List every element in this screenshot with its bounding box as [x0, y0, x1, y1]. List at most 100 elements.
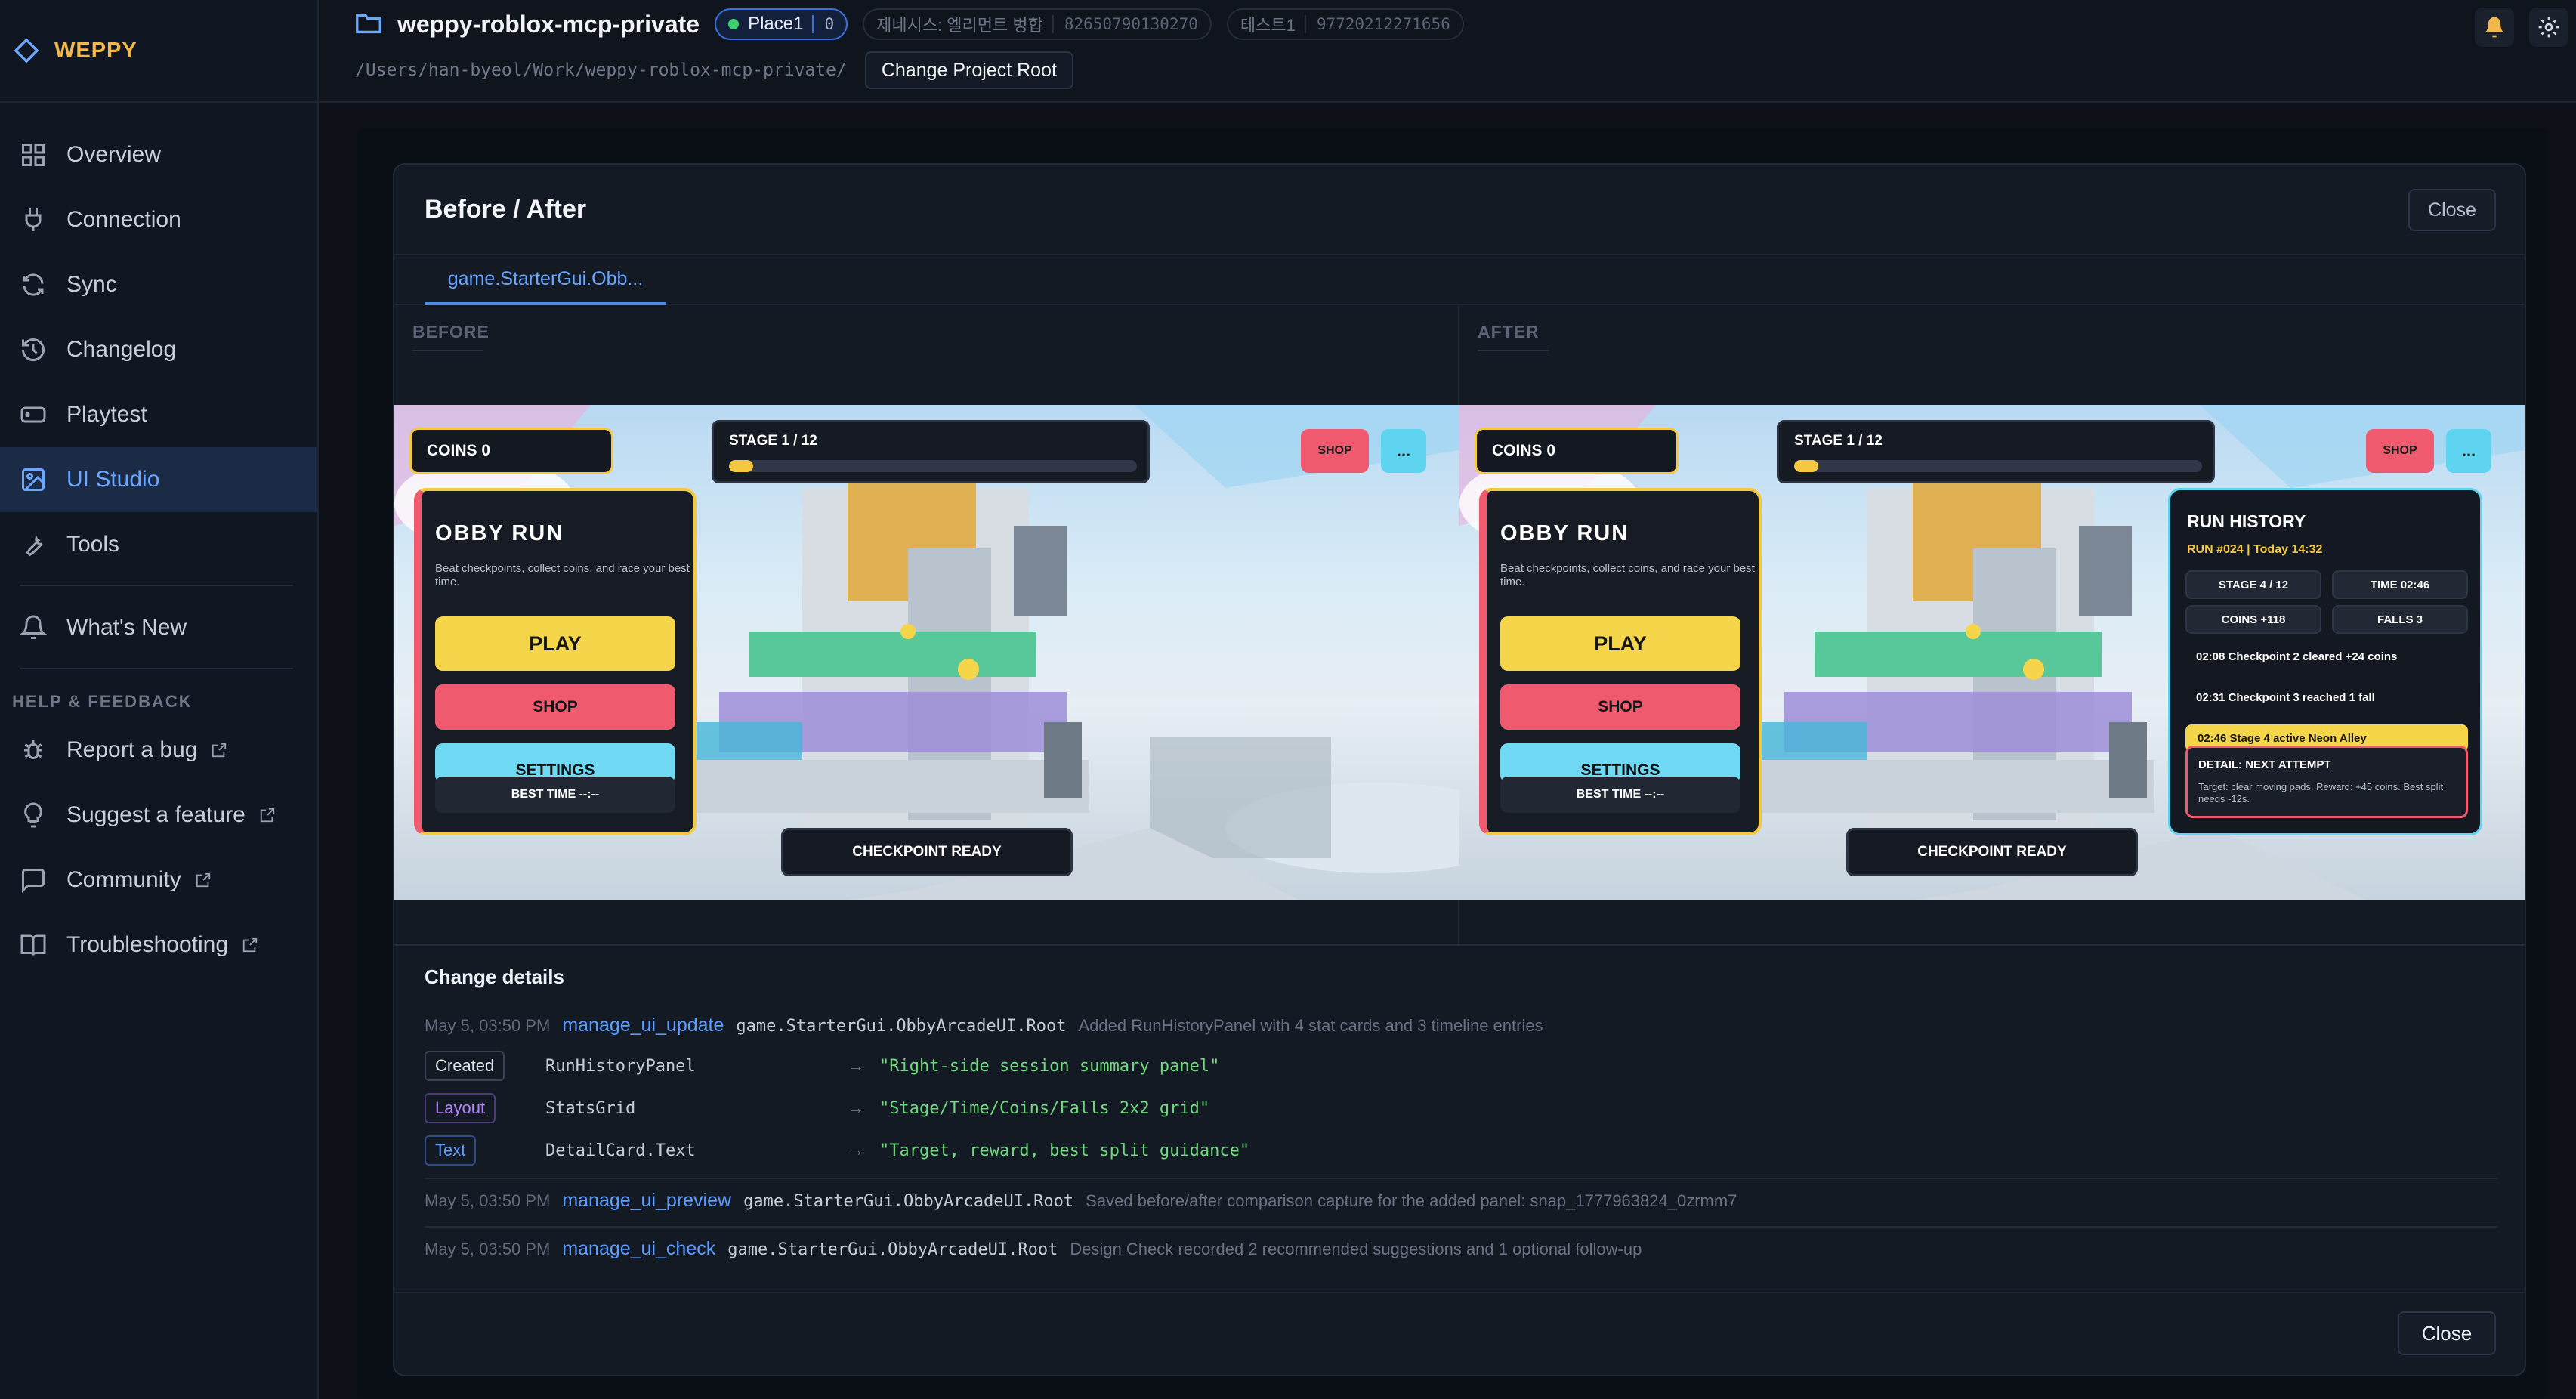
modal-title: Before / After — [425, 194, 587, 224]
stat-card-falls: FALLS 3 — [2332, 605, 2468, 634]
lightbulb-icon — [24, 802, 42, 828]
coins-counter: COINS 0 — [409, 428, 613, 474]
shop-button[interactable]: SHOP — [1500, 684, 1740, 730]
main-menu-card: OBBY RUN Beat checkpoints, collect coins… — [414, 488, 697, 835]
comparison-area: BEFORE COINS 0 STAGE 1 / 12 SHOP ... OBB… — [394, 307, 2525, 946]
sidebar-item-playtest[interactable]: Playtest — [0, 382, 317, 447]
after-screenshot: COINS 0 STAGE 1 / 12 SHOP ... OBBY RUN B… — [1459, 405, 2525, 900]
run-history-panel: RUN HISTORY RUN #024 | Today 14:32 STAGE… — [2168, 488, 2482, 835]
capture-tabs: game.StarterGui.Obb... — [394, 255, 2525, 305]
notifications-button[interactable] — [2475, 8, 2514, 47]
divider — [425, 1226, 2497, 1228]
change-target: StatsGrid — [545, 1098, 636, 1118]
change-value: "Right-side session summary panel" — [879, 1056, 1220, 1076]
settings-button[interactable] — [2529, 8, 2568, 47]
sidebar-item-whats-new[interactable]: What's New — [0, 595, 317, 660]
menu-title: OBBY RUN — [435, 521, 564, 545]
book-icon — [20, 934, 46, 956]
stage-progress-fill — [729, 460, 754, 472]
sidebar-item-label: UI Studio — [66, 467, 160, 492]
log-target: game.StarterGui.ObbyArcadeUI.Root — [736, 1017, 1067, 1036]
coins-counter: COINS 0 — [1475, 428, 1679, 474]
shop-button[interactable]: SHOP — [435, 684, 675, 730]
shop-mini-button[interactable]: SHOP — [1301, 429, 1369, 473]
play-button[interactable]: PLAY — [435, 616, 675, 671]
place-chip-label: 제네시스: 엘리먼트 벙합 — [876, 16, 1043, 35]
more-mini-button[interactable]: ... — [2446, 429, 2491, 473]
sidebar-item-community[interactable]: Community — [0, 848, 317, 913]
log-target: game.StarterGui.ObbyArcadeUI.Root — [727, 1240, 1058, 1259]
sidebar-item-connection[interactable]: Connection — [0, 187, 317, 252]
place-chip-id: 82650790130270 — [1052, 15, 1198, 33]
run-history-title: RUN HISTORY — [2187, 511, 2306, 531]
sidebar-item-tools[interactable]: Tools — [0, 512, 317, 577]
stat-card-coins: COINS +118 — [2185, 605, 2321, 634]
checkpoint-banner: CHECKPOINT READY — [1846, 828, 2138, 876]
sidebar-item-ui-studio[interactable]: UI Studio — [0, 447, 317, 512]
sidebar-item-label: Sync — [66, 272, 117, 297]
before-label: BEFORE — [412, 322, 489, 351]
more-mini-button[interactable]: ... — [1381, 429, 1426, 473]
project-name: weppy-roblox-mcp-private — [397, 10, 700, 38]
place-label: Place1 — [748, 14, 804, 34]
sidebar-item-sync[interactable]: Sync — [0, 252, 317, 317]
external-link-icon — [212, 743, 227, 758]
stage-progress-panel: STAGE 1 / 12 — [712, 420, 1150, 483]
history-icon — [22, 338, 45, 362]
close-button[interactable]: Close — [2408, 189, 2496, 231]
close-button[interactable]: Close — [2398, 1311, 2496, 1355]
diamond-logo-icon — [14, 38, 39, 63]
before-after-modal: Before / After Close game.StarterGui.Obb… — [393, 163, 2526, 1376]
grid-icon — [22, 144, 45, 166]
stage-label: STAGE 1 / 12 — [729, 433, 817, 449]
change-details: Change details May 5, 03:50 PM manage_ui… — [425, 965, 2497, 1268]
best-time-label: BEST TIME --:-- — [1500, 777, 1740, 813]
sidebar-item-label: Connection — [66, 207, 181, 232]
sidebar-item-label: Playtest — [66, 402, 147, 427]
play-button[interactable]: PLAY — [1500, 616, 1740, 671]
tab-obby-root[interactable]: game.StarterGui.Obb... — [425, 255, 666, 305]
place-selector[interactable]: Place1 0 — [715, 8, 848, 40]
main-menu-card: OBBY RUN Beat checkpoints, collect coins… — [1479, 488, 1762, 835]
sidebar-item-label: Suggest a feature — [66, 802, 246, 827]
log-entry: May 5, 03:50 PM manage_ui_update game.St… — [425, 1015, 2497, 1045]
log-tool-link[interactable]: manage_ui_check — [562, 1238, 715, 1260]
project-path: /Users/han-byeol/Work/weppy-roblox-mcp-p… — [355, 60, 847, 80]
external-link-icon — [196, 872, 210, 888]
stage-progress-fill — [1794, 460, 1819, 472]
status-dot-icon — [728, 19, 740, 29]
change-value: "Stage/Time/Coins/Falls 2x2 grid" — [879, 1098, 1210, 1118]
change-project-root-button[interactable]: Change Project Root — [864, 51, 1073, 89]
menu-subtitle: Beat checkpoints, collect coins, and rac… — [1500, 562, 1755, 588]
sidebar-item-changelog[interactable]: Changelog — [0, 317, 317, 382]
modal-footer: Close — [394, 1292, 2525, 1375]
sidebar-item-troubleshooting[interactable]: Troubleshooting — [0, 913, 317, 977]
sync-icon — [23, 273, 44, 296]
sidebar-item-label: Changelog — [66, 337, 177, 362]
place-chip-test[interactable]: 테스트1 97720212271656 — [1226, 8, 1464, 40]
sidebar-item-overview[interactable]: Overview — [0, 122, 317, 187]
sidebar-item-suggest-feature[interactable]: Suggest a feature — [0, 783, 317, 848]
arrow-icon: → — [848, 1141, 864, 1160]
brand[interactable]: WEPPY — [0, 0, 317, 103]
log-timestamp: May 5, 03:50 PM — [425, 1191, 551, 1210]
change-row: Layout StatsGrid → "Stage/Time/Coins/Fal… — [425, 1087, 2497, 1129]
folder-icon — [355, 11, 382, 39]
change-row: Created RunHistoryPanel → "Right-side se… — [425, 1045, 2497, 1087]
sidebar-item-label: Report a bug — [66, 737, 198, 762]
log-timestamp: May 5, 03:50 PM — [425, 1016, 551, 1035]
after-pane: AFTER COINS 0 STAGE 1 / 12 SHOP ... OBBY… — [1459, 307, 2525, 946]
change-kind-badge: Created — [425, 1051, 505, 1081]
bell-icon — [20, 615, 47, 639]
sidebar-item-report-bug[interactable]: Report a bug — [0, 718, 317, 783]
after-label: AFTER — [1478, 322, 1549, 351]
run-history-run: RUN #024 | Today 14:32 — [2187, 543, 2323, 556]
stage-progress-panel: STAGE 1 / 12 — [1777, 420, 2215, 483]
log-tool-link[interactable]: manage_ui_update — [562, 1015, 724, 1036]
shop-mini-button[interactable]: SHOP — [2366, 429, 2434, 473]
change-target: DetailCard.Text — [545, 1141, 696, 1160]
log-tool-link[interactable]: manage_ui_preview — [562, 1190, 731, 1212]
menu-title: OBBY RUN — [1500, 521, 1629, 545]
place-chip-genesis[interactable]: 제네시스: 엘리먼트 벙합 82650790130270 — [863, 8, 1212, 40]
place-count: 0 — [812, 15, 834, 33]
